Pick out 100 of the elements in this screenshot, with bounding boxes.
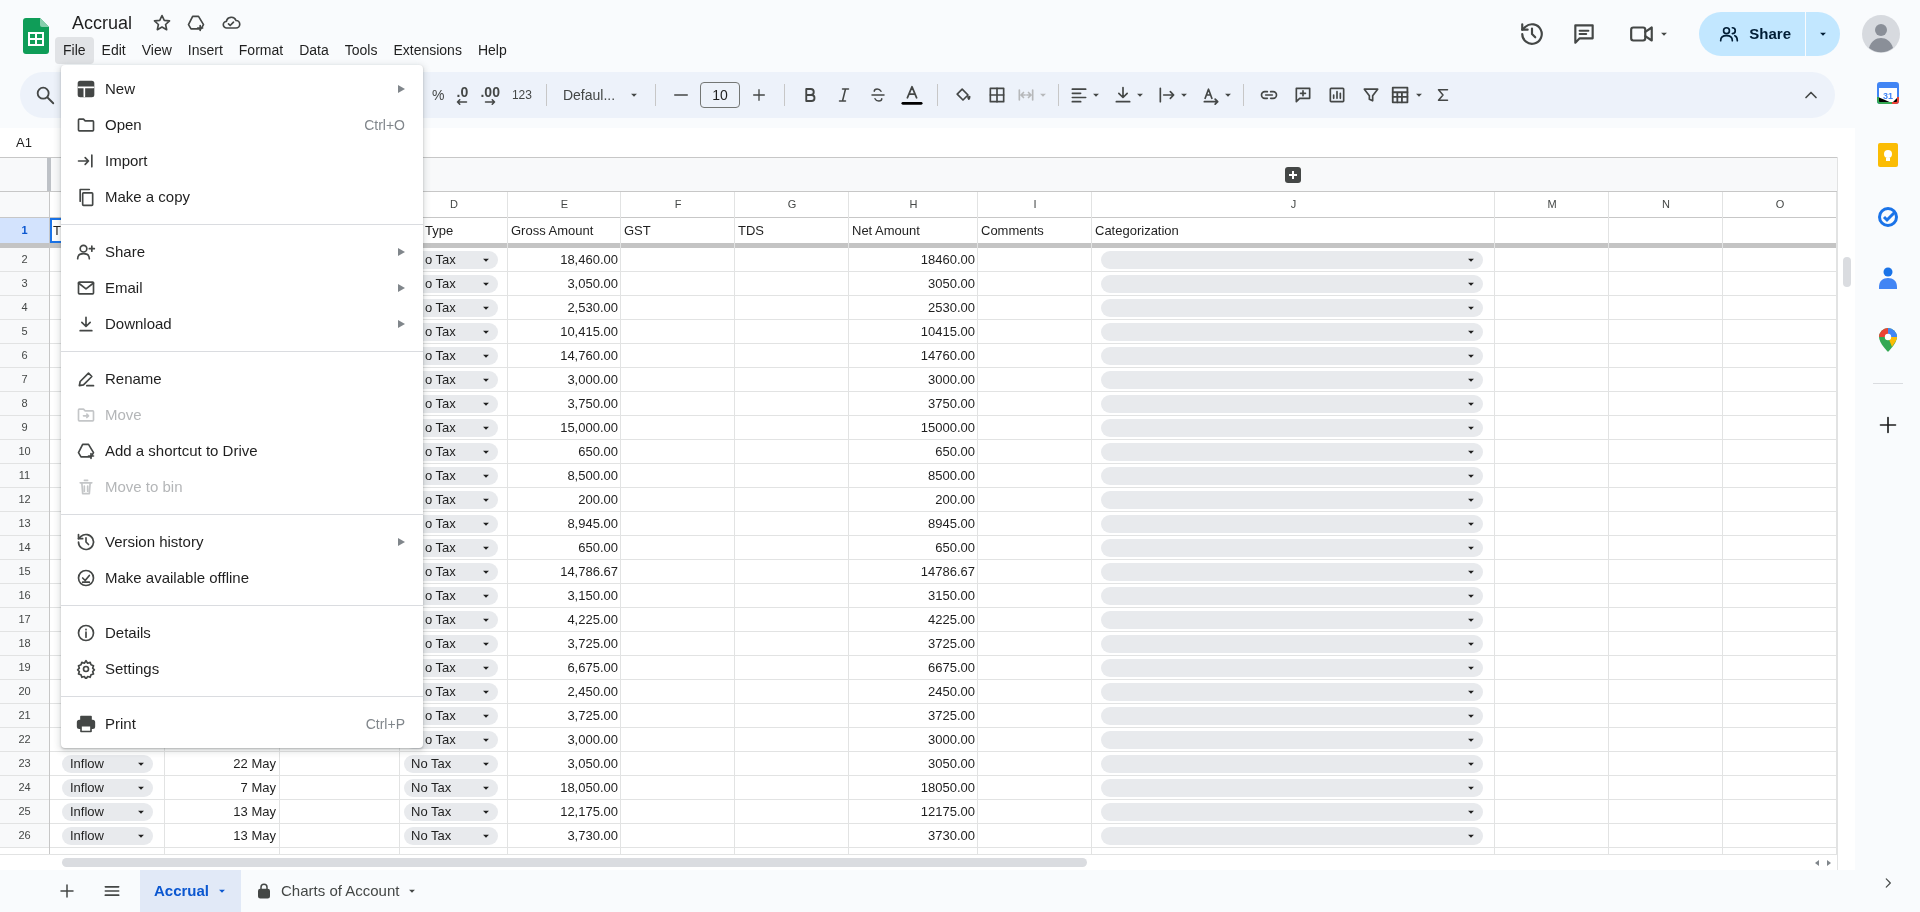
percent-format-button[interactable]: % xyxy=(428,80,449,110)
avatar[interactable] xyxy=(1862,15,1900,53)
row-header[interactable]: 5 xyxy=(0,320,49,343)
version-history-icon[interactable] xyxy=(1519,21,1546,47)
row-header[interactable]: 24 xyxy=(0,776,49,799)
font-dropdown[interactable]: Defaul... xyxy=(556,80,645,110)
row-header[interactable]: 17 xyxy=(0,608,49,631)
import-icon xyxy=(76,151,96,171)
menu-bar-item[interactable]: File xyxy=(55,36,94,64)
menu-bar-item[interactable]: Format xyxy=(230,36,292,64)
menu-bar-item[interactable]: Tools xyxy=(336,36,386,64)
column-header[interactable]: G xyxy=(787,196,797,213)
table-cell-text: Type xyxy=(424,221,455,240)
sheets-logo[interactable] xyxy=(23,18,49,54)
pencil-icon xyxy=(76,369,96,389)
calendar-icon[interactable]: 31 xyxy=(1876,82,1899,104)
menu-bar-item[interactable]: Extensions xyxy=(385,36,470,64)
freeze-handle[interactable] xyxy=(47,158,51,191)
dropdown-chip[interactable]: Inflow xyxy=(62,754,153,773)
table-cell-text: 650.00 xyxy=(578,442,618,461)
dropdown-chip[interactable]: Inflow xyxy=(62,802,153,821)
dropdown-chip[interactable]: Inflow xyxy=(62,826,153,845)
add-icon[interactable] xyxy=(1285,167,1301,183)
column-header[interactable]: J xyxy=(1290,196,1297,213)
table-cell-text: GST xyxy=(623,221,652,240)
dropdown-chip[interactable]: No Tax xyxy=(404,802,498,821)
row-header[interactable]: 11 xyxy=(0,464,49,487)
scroll-left-icon[interactable] xyxy=(1813,858,1821,867)
new-sheet-icon xyxy=(76,79,96,99)
number-format-button[interactable]: 123 xyxy=(507,80,536,110)
row-header[interactable]: 4 xyxy=(0,296,49,319)
row-header[interactable]: 23 xyxy=(0,752,49,775)
row-header[interactable]: 19 xyxy=(0,656,49,679)
menu-bar-item[interactable]: Edit xyxy=(93,36,134,64)
dropdown-chip[interactable]: No Tax xyxy=(404,754,498,773)
column-header[interactable]: M xyxy=(1547,196,1557,213)
dropdown-chip[interactable]: No Tax xyxy=(404,778,498,797)
row-header[interactable]: 20 xyxy=(0,680,49,703)
row-header[interactable]: 21 xyxy=(0,704,49,727)
table-cell-text: 4,225.00 xyxy=(567,610,618,629)
row-header[interactable]: 14 xyxy=(0,536,49,559)
increase-decimal-button[interactable]: .00 xyxy=(476,80,504,110)
row-header[interactable]: 6 xyxy=(0,344,49,367)
menu-bar-item[interactable]: Insert xyxy=(179,36,231,64)
row-header[interactable]: 15 xyxy=(0,560,49,583)
table-cell-text: 3,730.00 xyxy=(567,826,618,845)
table-cell-text: 18460.00 xyxy=(920,250,975,269)
decrease-decimal-button[interactable]: .0 xyxy=(452,80,473,110)
column-header[interactable]: O xyxy=(1775,196,1785,213)
menu-item[interactable]: New xyxy=(61,71,423,107)
row-header[interactable]: 26 xyxy=(0,824,49,847)
row-header[interactable]: 13 xyxy=(0,512,49,535)
row-header[interactable]: 25 xyxy=(0,800,49,823)
sheet-tab[interactable]: Charts of Account xyxy=(241,870,432,912)
row-header[interactable]: 12 xyxy=(0,488,49,511)
menu-item[interactable]: Open Ctrl+O xyxy=(61,107,423,143)
dropdown-chip[interactable]: No Tax xyxy=(404,826,498,845)
row-header[interactable]: 10 xyxy=(0,440,49,463)
column-header[interactable]: H xyxy=(909,196,918,213)
row-header[interactable]: 18 xyxy=(0,632,49,655)
scrollbar-thumb[interactable] xyxy=(62,858,1087,867)
document-title[interactable]: Accrual xyxy=(64,14,139,32)
menu-bar-item[interactable]: Data xyxy=(291,36,337,64)
menu-bar-item[interactable]: Help xyxy=(469,36,515,64)
menu-bar-item[interactable]: View xyxy=(133,36,180,64)
plus-icon xyxy=(750,87,767,103)
row-header[interactable]: 3 xyxy=(0,272,49,295)
name-box[interactable]: A1 xyxy=(0,132,32,153)
row-header[interactable]: 22 xyxy=(0,728,49,751)
add-icon[interactable] xyxy=(1877,415,1898,435)
row-header[interactable]: 9 xyxy=(0,416,49,439)
column-header[interactable]: N xyxy=(1662,196,1670,213)
add-sheet-icon[interactable] xyxy=(58,882,76,900)
drive-add-icon[interactable] xyxy=(186,13,207,33)
font-size-field[interactable]: 10 xyxy=(699,82,740,108)
row-header[interactable]: 1 xyxy=(0,218,49,243)
row-header[interactable]: 2 xyxy=(0,248,49,271)
menu-item[interactable]: Import xyxy=(61,143,423,179)
map-pin-icon[interactable] xyxy=(1878,328,1897,352)
table-cell-text: Comments xyxy=(980,221,1045,240)
row-header[interactable]: 8 xyxy=(0,392,49,415)
column-header[interactable]: E xyxy=(560,196,569,213)
tasks-icon[interactable] xyxy=(1876,206,1899,228)
scroll-right-icon[interactable] xyxy=(1825,858,1833,867)
table-cell-text: Net Amount xyxy=(851,221,921,240)
star-icon[interactable] xyxy=(152,13,173,33)
row-header[interactable]: 16 xyxy=(0,584,49,607)
sheet-tab[interactable]: Accrual xyxy=(140,870,242,912)
column-header[interactable]: D xyxy=(450,196,458,213)
column-header[interactable]: F xyxy=(674,196,682,213)
dropdown-chip[interactable]: Inflow xyxy=(62,778,153,797)
menu-item[interactable]: Make a copy xyxy=(61,179,423,215)
row-header[interactable]: 7 xyxy=(0,368,49,391)
table-cell-text: 3,150.00 xyxy=(567,586,618,605)
strikethrough-icon xyxy=(868,86,887,104)
search-icon[interactable] xyxy=(34,84,56,106)
scrollbar-thumb[interactable] xyxy=(1842,257,1851,287)
offline-icon xyxy=(76,568,96,588)
column-header[interactable]: I xyxy=(1033,196,1037,213)
contacts-icon[interactable] xyxy=(1878,267,1897,289)
